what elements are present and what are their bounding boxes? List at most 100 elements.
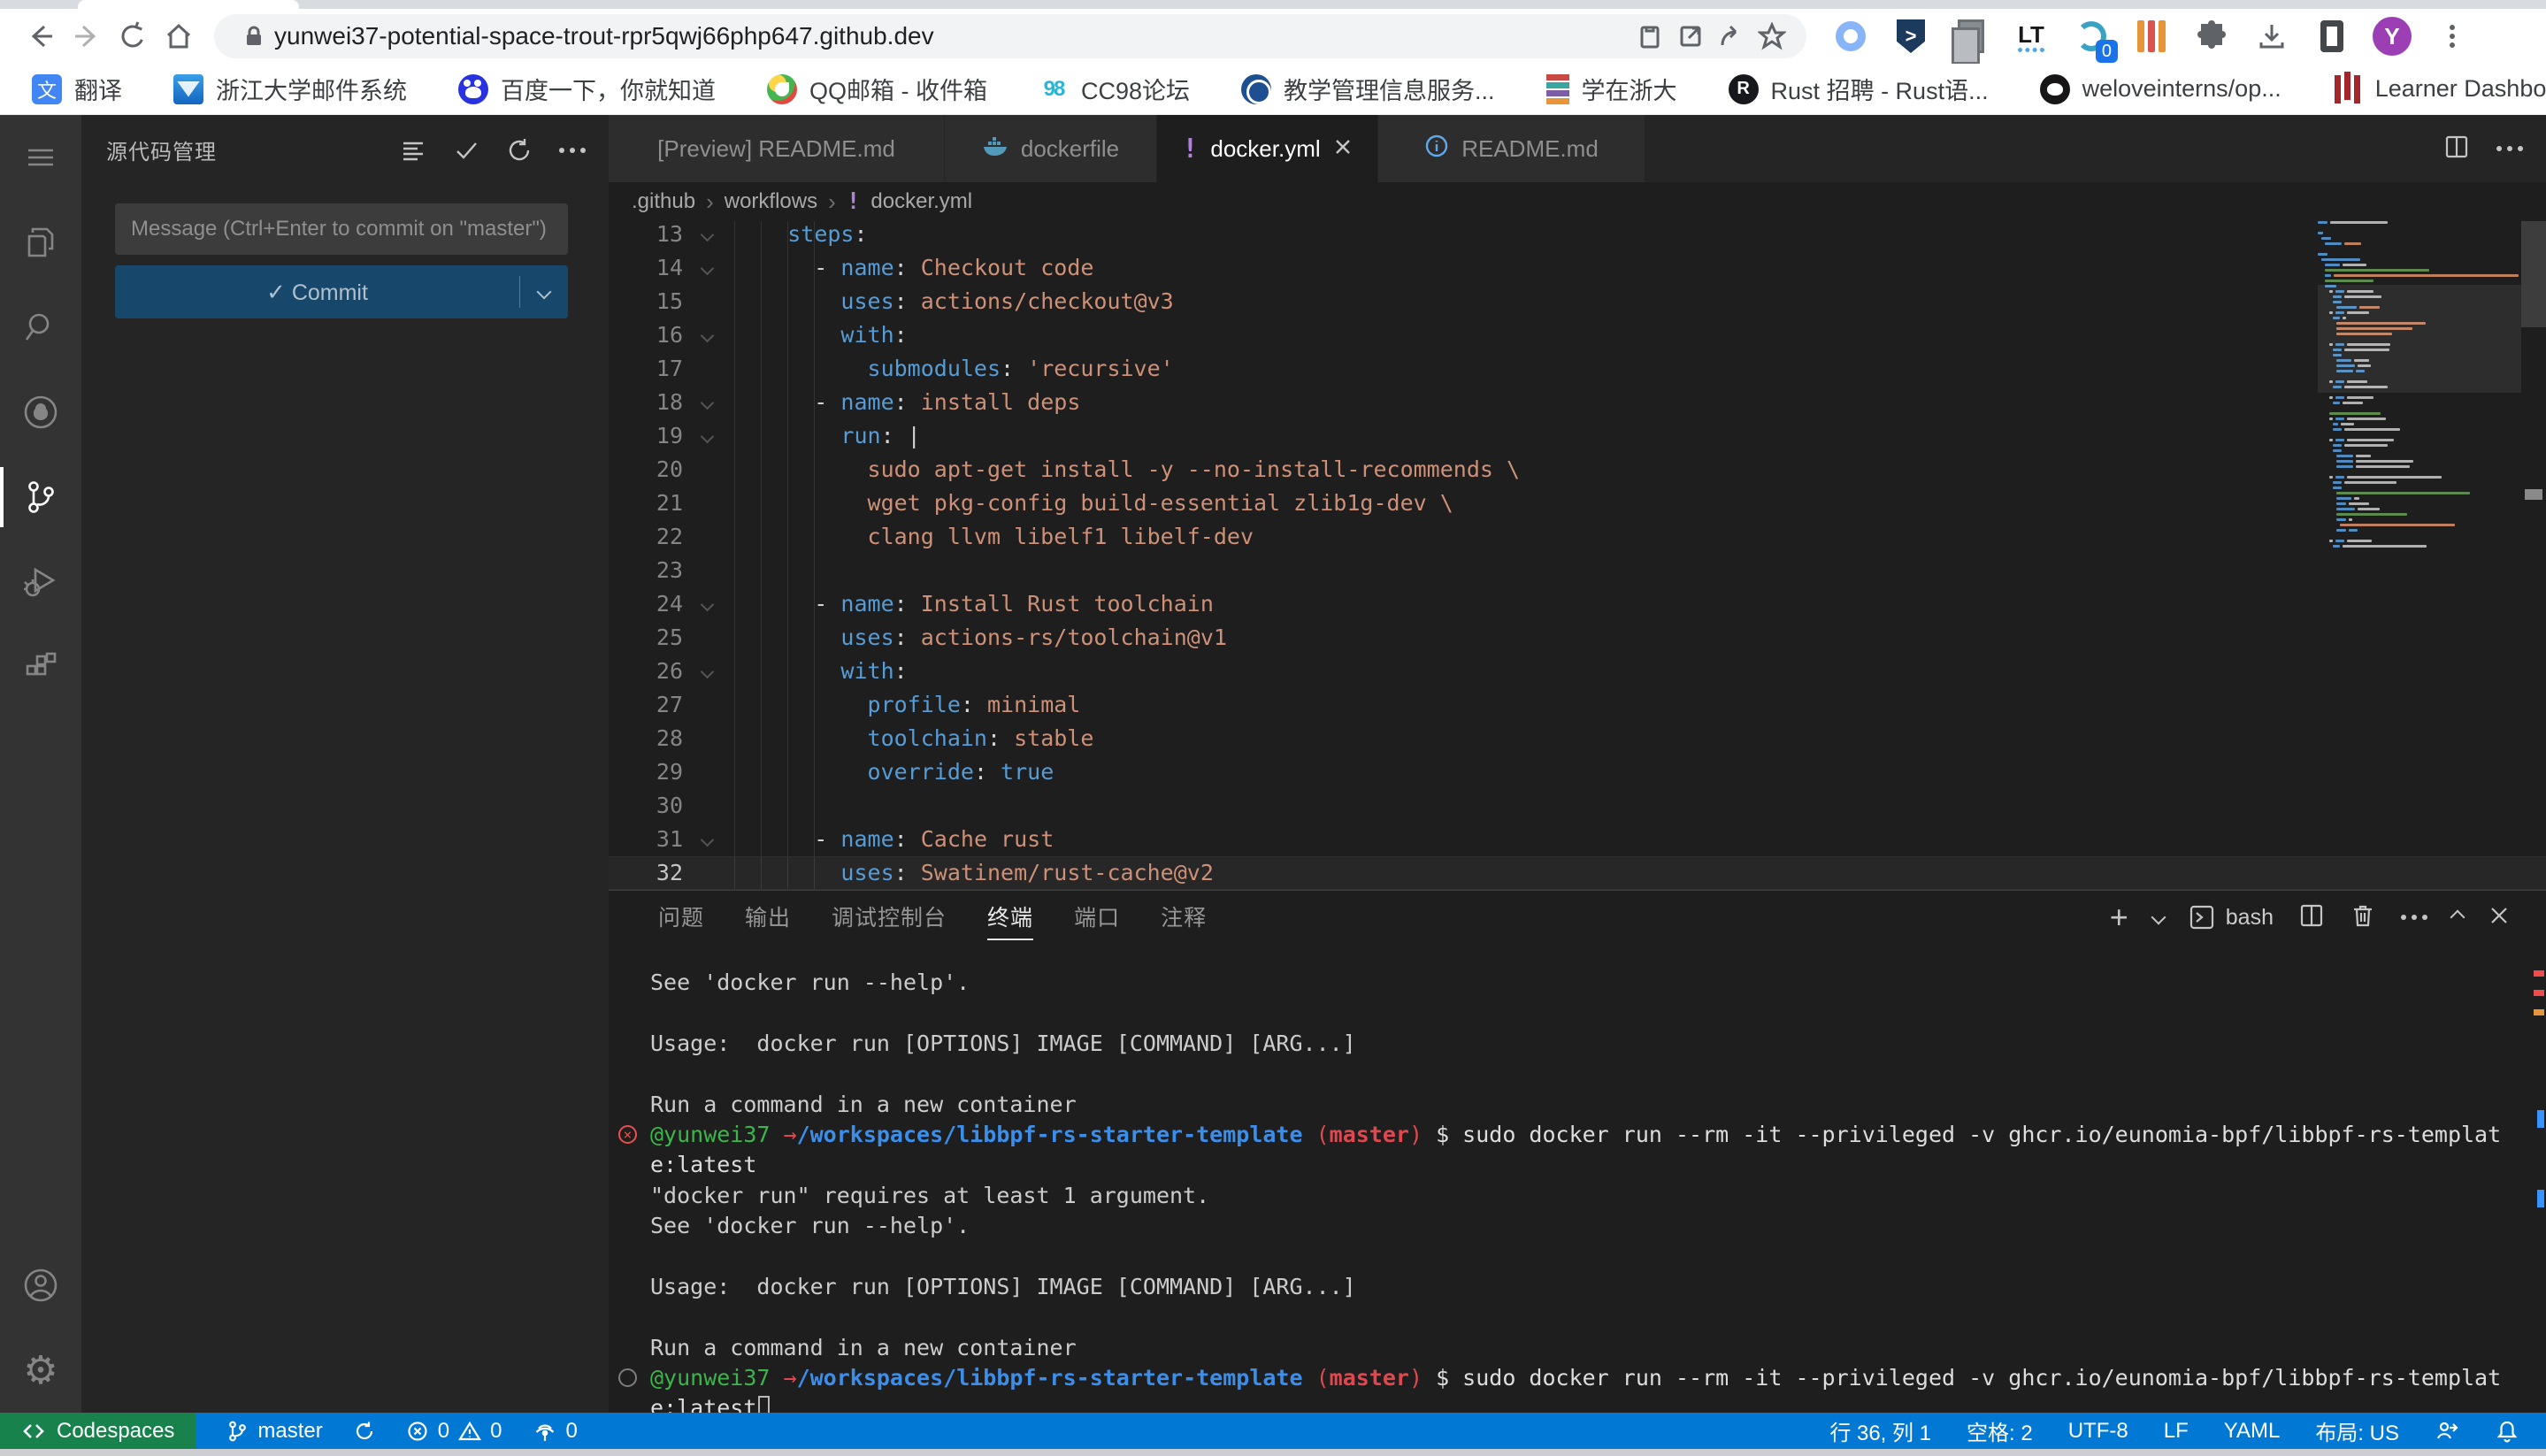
close-panel-icon[interactable] bbox=[2488, 904, 2511, 931]
browser-active-tab[interactable] bbox=[78, 0, 299, 9]
language-mode[interactable]: YAML bbox=[2224, 1419, 2281, 1444]
keyboard-layout[interactable]: 布局: US bbox=[2315, 1415, 2399, 1446]
problems-indicator[interactable]: 0 0 bbox=[406, 1419, 502, 1444]
code-line-24[interactable]: 24 - name: Install Rust toolchain bbox=[609, 587, 2546, 621]
code-line-17[interactable]: 17 submodules: 'recursive' bbox=[609, 352, 2546, 386]
fold-chevron-icon[interactable] bbox=[683, 823, 734, 856]
kill-terminal-icon[interactable] bbox=[2350, 902, 2376, 933]
code-line-25[interactable]: 25 uses: actions-rs/toolchain@v1 bbox=[609, 621, 2546, 655]
extensions-puzzle-icon[interactable] bbox=[2192, 17, 2231, 56]
remote-indicator[interactable]: Codespaces bbox=[0, 1413, 196, 1449]
editor-more-actions-icon[interactable] bbox=[2496, 146, 2523, 151]
panel-tab-debug-console[interactable]: 调试控制台 bbox=[832, 894, 947, 940]
home-button[interactable] bbox=[156, 13, 202, 59]
settings-gear-icon[interactable]: ⚙ bbox=[0, 1328, 81, 1413]
bookmark-item[interactable]: weloveinterns/op... bbox=[2040, 74, 2281, 104]
fold-chevron-icon[interactable] bbox=[683, 587, 734, 621]
back-button[interactable] bbox=[18, 13, 64, 59]
github-icon[interactable] bbox=[0, 370, 81, 455]
browser-menu-icon[interactable] bbox=[2433, 17, 2472, 56]
address-bar[interactable]: yunwei37-potential-space-trout-rpr5qwj66… bbox=[214, 14, 1806, 58]
bookmark-item[interactable]: 学在浙大 bbox=[1546, 72, 1677, 106]
code-line-16[interactable]: 16 with: bbox=[609, 318, 2546, 352]
explorer-icon[interactable] bbox=[0, 200, 81, 285]
fold-chevron-icon[interactable] bbox=[683, 419, 734, 453]
terminal-dropdown-icon[interactable] bbox=[2151, 910, 2166, 925]
branch-indicator[interactable]: master bbox=[226, 1419, 322, 1444]
code-line-31[interactable]: 31 - name: Cache rust bbox=[609, 823, 2546, 856]
bookmark-item[interactable]: 教学管理信息服务... bbox=[1241, 72, 1495, 106]
fold-chevron-icon[interactable] bbox=[683, 655, 734, 688]
tab-readme[interactable]: README.md bbox=[1378, 115, 1645, 182]
cursor-position[interactable]: 行 36, 列 1 bbox=[1829, 1415, 1931, 1446]
panel-tab-problems[interactable]: 问题 bbox=[658, 894, 704, 940]
code-line-13[interactable]: 13 steps: bbox=[609, 221, 2546, 251]
ports-indicator[interactable]: 0 bbox=[533, 1419, 578, 1444]
code-line-22[interactable]: 22 clang llvm libelf1 libelf-dev bbox=[609, 520, 2546, 554]
panel-tab-ports[interactable]: 端口 bbox=[1074, 894, 1120, 940]
breadcrumb-workflows[interactable]: workflows bbox=[725, 189, 817, 214]
profile-avatar[interactable]: Y bbox=[2373, 17, 2412, 56]
breadcrumb[interactable]: .github › workflows › ! docker.yml bbox=[609, 182, 2546, 221]
refresh-icon[interactable] bbox=[504, 135, 534, 165]
commit-check-icon[interactable] bbox=[451, 135, 481, 165]
maximize-panel-icon[interactable] bbox=[2450, 910, 2465, 925]
code-line-20[interactable]: 20 sudo apt-get install -y --no-install-… bbox=[609, 453, 2546, 487]
code-line-27[interactable]: 27 profile: minimal bbox=[609, 688, 2546, 722]
code-line-23[interactable]: 23 bbox=[609, 554, 2546, 587]
bookmark-item[interactable]: 浙江大学邮件系统 bbox=[173, 72, 407, 106]
extension-shield-icon[interactable]: > bbox=[1891, 17, 1930, 56]
code-editor[interactable]: 13 steps:14 - name: Checkout code15 uses… bbox=[609, 221, 2546, 890]
commit-dropdown[interactable] bbox=[520, 287, 568, 297]
extension-pages-icon[interactable] bbox=[1952, 17, 1990, 56]
fold-chevron-icon[interactable] bbox=[683, 221, 734, 251]
search-icon[interactable] bbox=[0, 285, 81, 370]
eol-sequence[interactable]: LF bbox=[2164, 1419, 2189, 1444]
url-text[interactable]: yunwei37-potential-space-trout-rpr5qwj66… bbox=[274, 22, 1630, 50]
feedback-icon[interactable] bbox=[2435, 1419, 2459, 1444]
bookmark-item[interactable]: 98CC98论坛 bbox=[1039, 72, 1190, 106]
menu-icon[interactable] bbox=[0, 115, 81, 200]
reload-button[interactable] bbox=[110, 13, 156, 59]
panel-tab-output[interactable]: 输出 bbox=[745, 894, 791, 940]
split-terminal-icon[interactable] bbox=[2298, 902, 2325, 933]
notifications-bell-icon[interactable] bbox=[2495, 1419, 2519, 1444]
code-line-29[interactable]: 29 override: true bbox=[609, 755, 2546, 789]
code-line-32[interactable]: 32 uses: Swatinem/rust-cache@v2 bbox=[609, 856, 2546, 890]
fold-chevron-icon[interactable] bbox=[683, 251, 734, 285]
clipboard-icon[interactable] bbox=[1630, 16, 1670, 57]
open-in-new-icon[interactable] bbox=[1670, 16, 1711, 57]
minimap-viewport[interactable] bbox=[2318, 285, 2521, 393]
run-debug-icon[interactable] bbox=[0, 540, 81, 625]
code-line-26[interactable]: 26 with: bbox=[609, 655, 2546, 688]
bookmark-item[interactable]: 百度一下，你就知道 bbox=[458, 72, 716, 106]
bookmark-star-icon[interactable] bbox=[1752, 16, 1792, 57]
tab-close-icon[interactable] bbox=[1333, 135, 1353, 163]
fold-chevron-icon[interactable] bbox=[683, 386, 734, 419]
download-icon[interactable] bbox=[2252, 17, 2291, 56]
forward-button[interactable] bbox=[64, 13, 110, 59]
panel-tab-comments[interactable]: 注释 bbox=[1161, 894, 1207, 940]
code-line-28[interactable]: 28 toolchain: stable bbox=[609, 722, 2546, 755]
encoding[interactable]: UTF-8 bbox=[2068, 1419, 2128, 1444]
editor-scrollbar[interactable] bbox=[2521, 221, 2546, 890]
view-as-list-icon[interactable] bbox=[398, 135, 428, 165]
sync-indicator[interactable] bbox=[353, 1420, 376, 1443]
extension-ring-icon[interactable] bbox=[1831, 17, 1870, 56]
extensions-icon[interactable] bbox=[0, 625, 81, 709]
code-line-14[interactable]: 14 - name: Checkout code bbox=[609, 251, 2546, 285]
code-line-18[interactable]: 18 - name: install deps bbox=[609, 386, 2546, 419]
panel-tab-terminal[interactable]: 终端 bbox=[987, 894, 1033, 940]
fold-chevron-icon[interactable] bbox=[683, 318, 734, 352]
code-line-21[interactable]: 21 wget pkg-config build-essential zlib1… bbox=[609, 487, 2546, 520]
bookmark-item[interactable]: Learner Dashboar... bbox=[2333, 74, 2546, 104]
account-icon[interactable] bbox=[0, 1243, 81, 1328]
breadcrumb-file[interactable]: docker.yml bbox=[870, 189, 972, 214]
terminal-shell-picker[interactable]: bash bbox=[2189, 904, 2274, 931]
code-line-19[interactable]: 19 run: | bbox=[609, 419, 2546, 453]
scrollbar-thumb[interactable] bbox=[2521, 221, 2546, 327]
bookmark-item[interactable]: RRust 招聘 - Rust语... bbox=[1729, 72, 1989, 106]
terminal-output[interactable]: See 'docker run --help'.Usage: docker ru… bbox=[609, 944, 2546, 1413]
languagetool-icon[interactable]: LT bbox=[2012, 17, 2051, 56]
tab-docker-yml[interactable]: ! docker.yml bbox=[1157, 115, 1378, 182]
